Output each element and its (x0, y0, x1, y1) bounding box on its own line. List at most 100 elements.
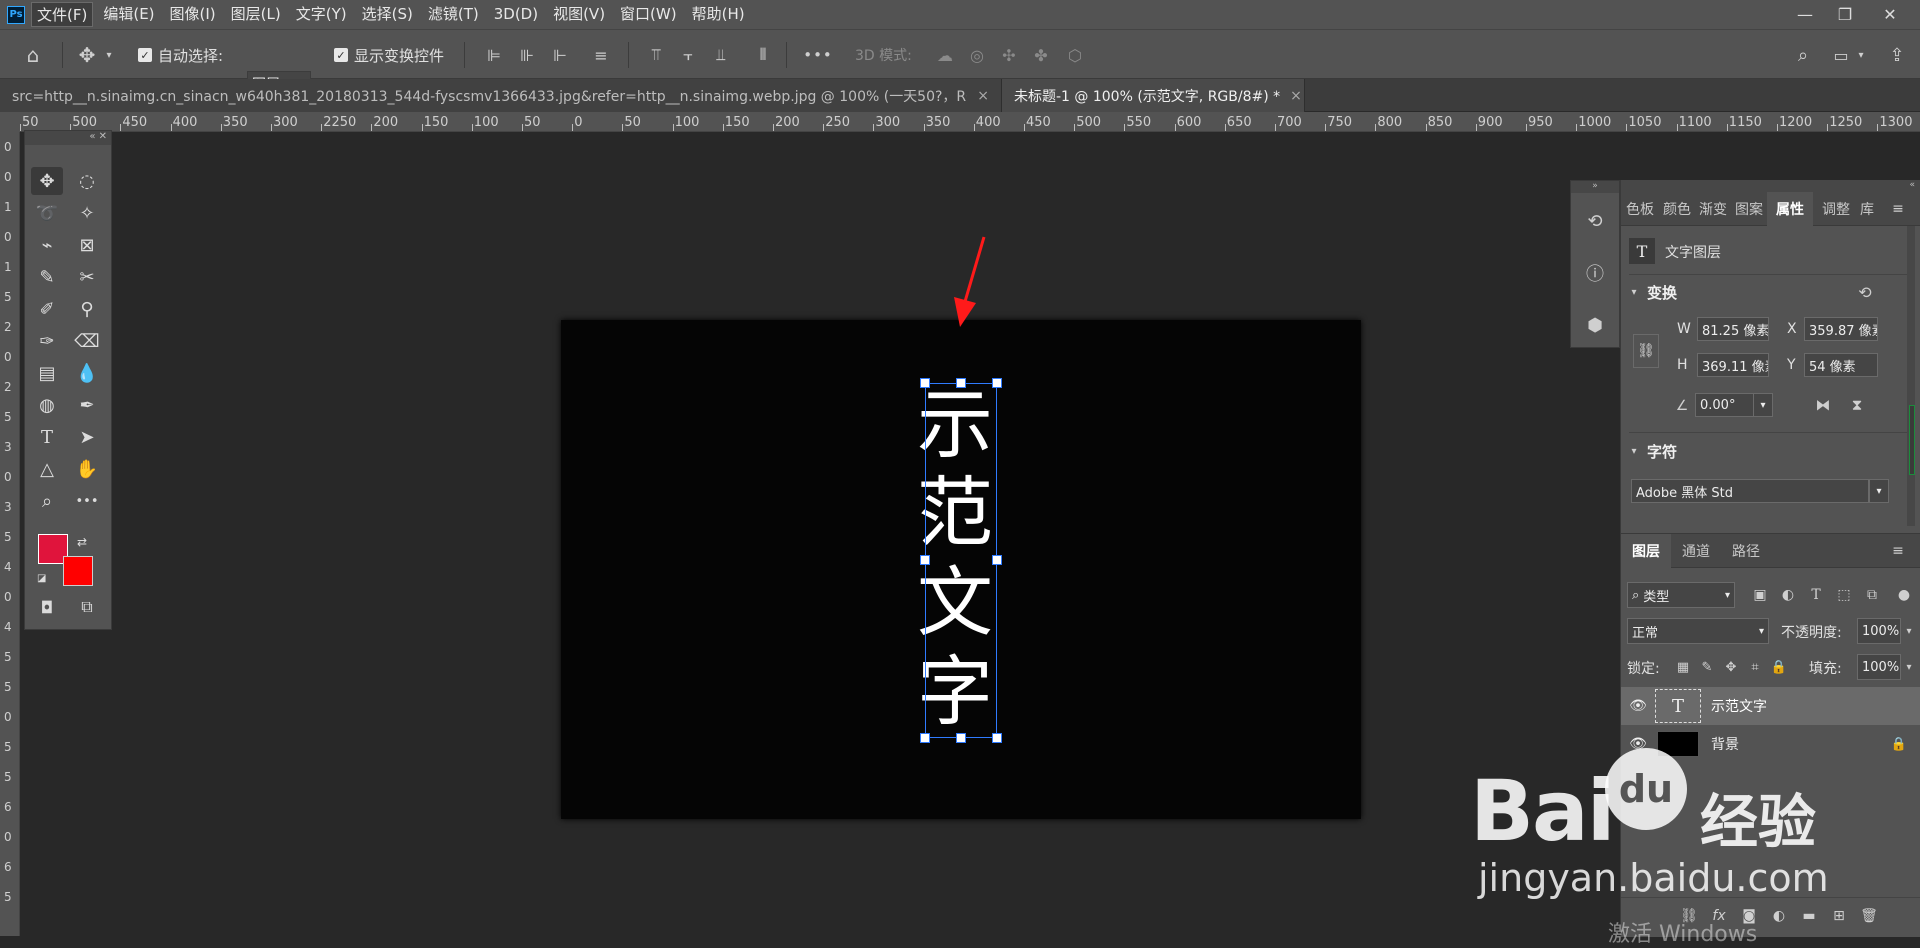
chevron-down-icon[interactable]: ▾ (1854, 42, 1868, 68)
brush-tool-icon[interactable]: ✐ (31, 295, 63, 323)
history-brush-icon[interactable]: ✑ (31, 327, 63, 355)
close-icon[interactable]: ✕ (1870, 0, 1910, 28)
fill-field[interactable]: 100% (1857, 654, 1901, 680)
background-color-swatch[interactable] (63, 556, 93, 586)
chevron-down-icon[interactable]: ▾ (1901, 620, 1917, 642)
menu-layer[interactable]: 图层(L) (226, 2, 286, 27)
lasso-tool-icon[interactable]: ➰ (31, 199, 63, 227)
close-tab-icon[interactable]: × (977, 88, 989, 104)
lock-pixels-icon[interactable]: ✎ (1697, 656, 1717, 678)
horizontal-ruler[interactable]: 50 500 450 400 350 300 2250 200 150 100 50 0 50 100 15… (20, 112, 1920, 132)
x-field[interactable]: 359.87 像素 (1804, 317, 1878, 341)
tab-swatches[interactable]: 色板 (1621, 192, 1659, 226)
transform-bounding-box[interactable] (925, 383, 997, 738)
filter-shape-icon[interactable]: ⬚ (1833, 584, 1855, 606)
restore-icon[interactable]: ❐ (1825, 0, 1865, 28)
vertical-ruler[interactable]: 0 0 1 0 1 5 2 0 2 5 3 0 3 5 4 0 4 5 5 0 5 5 6 0 6 5 (0, 132, 20, 936)
menu-file[interactable]: 文件(F) (31, 2, 94, 27)
transform-handle[interactable] (992, 733, 1002, 743)
blend-mode-select[interactable]: 正常 ▾ (1627, 618, 1769, 644)
panel-menu-icon[interactable]: ≡ (1883, 198, 1913, 220)
tab-properties[interactable]: 属性 (1767, 192, 1813, 226)
eyedropper-icon[interactable]: ✎ (31, 263, 63, 291)
shape-tool-icon[interactable]: △ (31, 455, 63, 483)
search-icon[interactable]: ⌕ (1790, 42, 1816, 68)
visibility-eye-icon[interactable]: 👁 (1621, 698, 1655, 714)
eraser-icon[interactable]: ⌫ (71, 327, 103, 355)
lock-artboard-icon[interactable]: ⌗ (1745, 656, 1765, 678)
transform-handle[interactable] (992, 555, 1002, 565)
transform-handle[interactable] (992, 378, 1002, 388)
tab-gradient[interactable]: 渐变 (1695, 192, 1731, 226)
menu-type[interactable]: 文字(Y) (291, 2, 352, 27)
transform-handle[interactable] (956, 733, 966, 743)
link-icon[interactable]: ⛓ (1633, 334, 1659, 368)
path-select-icon[interactable]: ➤ (71, 423, 103, 451)
new-layer-icon[interactable]: ⊞ (1827, 904, 1851, 928)
tab-patterns[interactable]: 图案 (1731, 192, 1767, 226)
tab-adjustments[interactable]: 调整 (1819, 192, 1853, 226)
share-icon[interactable]: ⇪ (1884, 42, 1910, 68)
distribute-vertical-icon[interactable]: ⦀ (752, 42, 774, 68)
scroll-thumb[interactable] (1909, 405, 1915, 475)
filter-toggle-icon[interactable]: ● (1893, 584, 1915, 606)
workspace-icon[interactable]: ▭ (1828, 42, 1854, 68)
quick-select-icon[interactable]: ⌁ (31, 231, 63, 259)
stamp-tool-icon[interactable]: ⚲ (71, 295, 103, 323)
menu-window[interactable]: 窗口(W) (615, 2, 682, 27)
chevron-down-icon[interactable]: ▾ (102, 42, 116, 68)
lock-position-icon[interactable]: ✥ (1721, 656, 1741, 678)
magic-wand-icon[interactable]: ✧ (71, 199, 103, 227)
history-panel-icon[interactable]: ⟲ (1579, 205, 1611, 237)
properties-scrollbar[interactable] (1907, 226, 1915, 526)
expand-icon[interactable]: » (1571, 181, 1619, 193)
font-family-select[interactable]: Adobe 黑体 Std (1631, 479, 1869, 503)
move-tool-icon[interactable]: ✥ (31, 167, 63, 195)
more-options-icon[interactable]: ••• (800, 42, 836, 68)
chevron-down-icon[interactable]: ▾ (1869, 479, 1889, 503)
height-field[interactable]: 369.11 像素 (1697, 353, 1769, 377)
screen-mode-icon[interactable]: ⧉ (71, 593, 103, 621)
tab-paths[interactable]: 路径 (1721, 534, 1771, 568)
document-tab-untitled[interactable]: 未标题-1 @ 100% (示范文字, RGB/8#) * × (1002, 79, 1305, 112)
default-colors-icon[interactable]: ◪ (37, 573, 46, 584)
home-icon[interactable]: ⌂ (18, 42, 48, 68)
move-tool-icon[interactable]: ✥ (72, 42, 102, 68)
width-field[interactable]: 81.25 像素 (1697, 317, 1769, 341)
align-top-icon[interactable]: ⫪ (645, 42, 667, 68)
chevron-down-icon[interactable]: ▾ (1753, 393, 1773, 417)
hand-tool-icon[interactable]: ✋ (71, 455, 103, 483)
delete-layer-icon[interactable]: 🗑 (1857, 904, 1881, 928)
align-middle-icon[interactable]: ⫟ (677, 42, 699, 68)
transform-handle[interactable] (920, 378, 930, 388)
menu-help[interactable]: 帮助(H) (687, 2, 750, 27)
menu-filter[interactable]: 滤镜(T) (423, 2, 484, 27)
filter-adjustment-icon[interactable]: ◐ (1777, 584, 1799, 606)
chevron-down-icon[interactable]: ▾ (1627, 441, 1641, 461)
filter-pixel-icon[interactable]: ▣ (1749, 584, 1771, 606)
tab-libraries[interactable]: 库 (1853, 192, 1881, 226)
y-field[interactable]: 54 像素 (1804, 353, 1878, 377)
toolbox-header[interactable]: « ✕ (25, 131, 111, 145)
pen-tool-icon[interactable]: ✒ (71, 391, 103, 419)
healing-tool-icon[interactable]: ✂ (71, 263, 103, 291)
new-group-icon[interactable]: ▬ (1797, 904, 1821, 928)
gradient-icon[interactable]: ▤ (31, 359, 63, 387)
transform-handle[interactable] (956, 378, 966, 388)
flip-vertical-icon[interactable]: ⧗ (1845, 393, 1869, 417)
marquee-tool-icon[interactable]: ◌ (71, 167, 103, 195)
menu-image[interactable]: 图像(I) (165, 2, 221, 27)
align-right-icon[interactable]: ⊩ (549, 42, 571, 68)
minimize-icon[interactable]: — (1785, 0, 1825, 28)
frame-tool-icon[interactable]: ⊠ (71, 231, 103, 259)
zoom-tool-icon[interactable]: ⌕ (31, 487, 63, 515)
tab-channels[interactable]: 通道 (1671, 534, 1721, 568)
reset-icon[interactable]: ⟲ (1853, 280, 1877, 304)
flip-horizontal-icon[interactable]: ⧓ (1811, 393, 1835, 417)
adjustment-layer-icon[interactable]: ◐ (1767, 904, 1791, 928)
collapse-icon[interactable]: « (1621, 180, 1920, 192)
chevron-down-icon[interactable]: ▾ (1627, 282, 1641, 302)
dodge-icon[interactable]: ◍ (31, 391, 63, 419)
blur-icon[interactable]: 💧 (71, 359, 103, 387)
menu-3d[interactable]: 3D(D) (489, 2, 543, 27)
